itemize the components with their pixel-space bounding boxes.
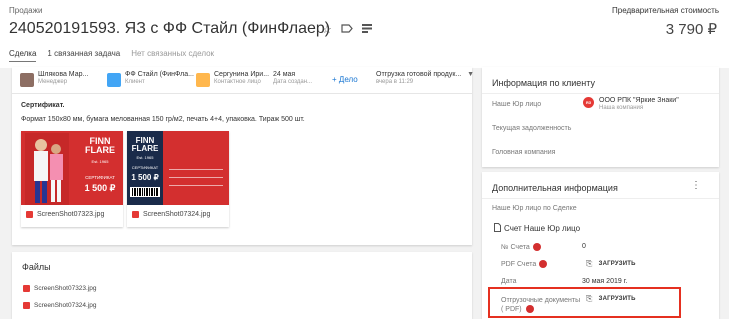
add-activity-button[interactable]: + Дело — [332, 75, 358, 84]
extra-info-title: Дополнительная информация — [492, 183, 618, 193]
client-chip[interactable]: ФФ Стайл (ФинФла... Клиент — [107, 71, 194, 87]
certificate-label: СЕРТИФИКАТ — [85, 175, 115, 180]
image-file-icon — [23, 302, 30, 309]
created-date: 24 мая Дата создан... — [273, 71, 312, 85]
our-legal-by-deal-label: Наше Юр лицо по Сделке — [492, 205, 577, 212]
attachment-thumbnail: FINN FLARE Est. 1965 СЕРТИФИКАТ 1 500 ₽ — [127, 131, 229, 205]
avatar — [20, 73, 34, 87]
pdf-invoice-field: PDF Счета — [501, 260, 548, 268]
account-label: Счет Наше Юр лицо — [504, 224, 581, 233]
head-company-label: Головная компания — [492, 149, 556, 156]
upload-label: ЗАГРУЗИТЬ — [598, 261, 636, 267]
paperclip-icon: ⎘ — [586, 259, 593, 268]
created-date-label: Дата создан... — [273, 79, 313, 85]
page-title: 240520191593. ЯЗ с ФФ Стайл (ФинФлаер) — [9, 20, 331, 37]
document-icon — [494, 223, 501, 234]
company-logo: ЯЗ — [583, 97, 594, 108]
company-name: ООО РПК "Яркие Знаки" — [599, 97, 679, 104]
required-indicator — [539, 260, 548, 268]
contact-role: Контактное лицо — [214, 79, 261, 85]
date-label: Дата — [501, 278, 517, 285]
our-legal-entity-label: Наше Юр лицо — [492, 101, 542, 108]
more-options-icon[interactable]: ⋮ — [691, 181, 701, 191]
upload-invoice-button[interactable]: ⎘ ЗАГРУЗИТЬ — [586, 259, 636, 269]
image-file-icon — [23, 285, 30, 292]
deal-header: Продажи 240520191593. ЯЗ с ФФ Стайл (Фин… — [0, 0, 729, 68]
client-icon — [107, 73, 121, 87]
certificate-amount: 1 500 ₽ — [84, 183, 116, 193]
certificate-label: СЕРТИФИКАТ — [131, 165, 159, 170]
stage-updated: вчера в 11:29 — [376, 79, 414, 85]
files-card: Файлы ScreenShot07323.jpg ScreenShot0732… — [12, 252, 472, 319]
current-debt-label: Текущая задолженность — [492, 125, 572, 132]
tab-deal[interactable]: Сделка — [9, 49, 37, 62]
brand-est: Est. 1965 — [91, 159, 109, 164]
date-value[interactable]: 30 мая 2019 г. — [582, 278, 627, 285]
brand-logo: FINN FLARE — [131, 136, 159, 153]
description-title: Сертификат. — [21, 102, 65, 109]
invoice-number-field: № Счета — [501, 243, 541, 251]
brand-logo: FINN FLARE — [85, 136, 115, 155]
image-file-icon — [26, 211, 33, 218]
deal-main-card: Шлякова Мар... Менеджер ФФ Стайл (ФинФла… — [12, 67, 474, 245]
divider — [12, 93, 472, 94]
tag-icon[interactable] — [341, 24, 353, 36]
file-name: ScreenShot07324.jpg — [34, 302, 97, 309]
tab-related-task[interactable]: 1 связанная задача — [47, 49, 120, 62]
invoice-number-value[interactable]: 0 — [582, 243, 586, 250]
certificate-amount: 1 500 ₽ — [131, 173, 159, 182]
pdf-invoice-label: PDF Счета — [501, 260, 537, 268]
client-role: Клиент — [125, 79, 145, 85]
file-name: ScreenShot07323.jpg — [34, 285, 97, 292]
brand-est: Est. 1965 — [136, 155, 154, 160]
divider — [482, 198, 719, 199]
attachment-filename: ScreenShot07324.jpg — [143, 211, 211, 218]
client-info-card: Информация по клиенту Наше Юр лицо ЯЗ ОО… — [482, 67, 719, 167]
deal-price[interactable]: 3 790 ₽ — [666, 20, 717, 38]
contact-name: Сергунина Ири... — [214, 71, 270, 78]
divider — [482, 93, 719, 94]
created-date-value: 24 мая — [273, 71, 296, 78]
attachment-filename: ScreenShot07323.jpg — [37, 211, 105, 218]
stage-name: Отгрузка готовой продук... — [376, 71, 462, 78]
attachment-thumbnail: FINN FLARE Est. 1965 СЕРТИФИКАТ 1 500 ₽ — [21, 131, 123, 205]
files-title: Файлы — [22, 262, 51, 272]
contact-chip[interactable]: Сергунина Ири... Контактное лицо — [196, 71, 269, 87]
required-indicator — [532, 243, 541, 251]
tab-related-deals[interactable]: Нет связанных сделок — [131, 49, 214, 62]
highlight-box — [488, 287, 681, 318]
image-file-icon — [132, 211, 139, 218]
chevron-down-icon: ▼ — [467, 71, 474, 78]
file-item[interactable]: ScreenShot07324.jpg — [23, 302, 97, 309]
account-link[interactable]: Счет Наше Юр лицо — [494, 223, 580, 234]
manager-role: Менеджер — [38, 79, 68, 85]
attachment-card[interactable]: FINN FLARE Est. 1965 СЕРТИФИКАТ 1 500 ₽ … — [21, 131, 123, 227]
contact-person-icon — [196, 73, 210, 87]
description-text: Формат 150х80 мм, бумага мелованная 150 … — [21, 116, 305, 123]
company-role: Наша компания — [599, 105, 644, 111]
manager-chip[interactable]: Шлякова Мар... Менеджер — [20, 71, 88, 87]
attachment-card[interactable]: FINN FLARE Est. 1965 СЕРТИФИКАТ 1 500 ₽ … — [127, 131, 229, 227]
list-icon[interactable] — [361, 24, 372, 36]
stage-dropdown[interactable]: Отгрузка готовой продук... вчера в 11:29… — [376, 71, 476, 85]
client-info-title: Информация по клиенту — [492, 78, 595, 88]
price-label: Предварительная стоимость — [612, 6, 719, 15]
our-company-chip[interactable]: ЯЗ ООО РПК "Яркие Знаки" Наша компания — [583, 97, 679, 111]
deal-participants: Шлякова Мар... Менеджер ФФ Стайл (ФинФла… — [20, 71, 474, 93]
invoice-number-label: № Счета — [501, 243, 530, 251]
client-name: ФФ Стайл (ФинФла... — [125, 71, 194, 78]
manager-name: Шлякова Мар... — [38, 71, 89, 78]
star-icon[interactable]: ☆ — [322, 24, 332, 36]
breadcrumb[interactable]: Продажи — [9, 6, 42, 15]
file-item[interactable]: ScreenShot07323.jpg — [23, 285, 97, 292]
